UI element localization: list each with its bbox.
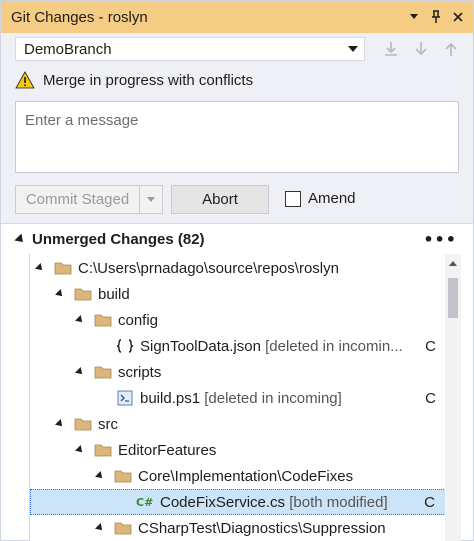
tree-file-row[interactable]: SignToolData.json [deleted in incomin...… xyxy=(30,333,445,359)
abort-button[interactable]: Abort xyxy=(171,185,269,214)
file-detail: [deleted in incomin... xyxy=(265,337,403,355)
tree-folder-row[interactable]: C:\Users\prnadago\source\repos\roslyn xyxy=(30,255,445,281)
commit-staged-button[interactable]: Commit Staged xyxy=(15,185,163,214)
message-area: Enter a message xyxy=(1,95,473,177)
file-name: CodeFixService.cs xyxy=(160,493,286,511)
csharp-file-icon: C# xyxy=(136,496,153,509)
tree-folder-row[interactable]: CSharpTest\Diagnostics\Suppression xyxy=(30,515,445,541)
file-detail: [deleted in incoming] xyxy=(204,389,342,407)
json-file-icon xyxy=(116,339,134,353)
tree-label: EditorFeatures xyxy=(118,441,217,459)
folder-icon xyxy=(94,366,112,379)
tree-label: config xyxy=(118,311,159,329)
push-icon[interactable] xyxy=(443,41,459,57)
more-options-icon[interactable]: ••• xyxy=(423,230,457,249)
tree-folder-row[interactable]: build xyxy=(30,281,445,307)
pull-icon[interactable] xyxy=(413,41,429,57)
folder-icon xyxy=(74,288,92,301)
expand-icon[interactable] xyxy=(75,367,85,377)
tree-label: build xyxy=(98,285,130,303)
branch-name: DemoBranch xyxy=(24,40,112,58)
folder-icon xyxy=(94,444,112,457)
commit-message-input[interactable]: Enter a message xyxy=(15,101,459,173)
warning-text: Merge in progress with conflicts xyxy=(43,71,254,89)
conflict-status: C xyxy=(424,493,435,511)
tree-folder-row[interactable]: EditorFeatures xyxy=(30,437,445,463)
branch-dropdown[interactable]: DemoBranch xyxy=(15,37,365,61)
checkbox-box[interactable] xyxy=(285,190,301,207)
scrollbar-thumb[interactable] xyxy=(448,278,458,318)
tree-file-row[interactable]: build.ps1 [deleted in incoming] C xyxy=(30,385,445,411)
message-placeholder: Enter a message xyxy=(25,112,139,129)
folder-icon xyxy=(54,262,72,275)
commit-staged-label: Commit Staged xyxy=(16,186,140,213)
folder-icon xyxy=(114,522,132,535)
file-detail: [both modified] xyxy=(289,493,388,511)
changes-tree: C:\Users\prnadago\source\repos\roslyn bu… xyxy=(29,254,445,541)
tree-label: src xyxy=(98,415,118,433)
window-title: Git Changes - roslyn xyxy=(11,8,148,26)
commit-options-dropdown[interactable] xyxy=(140,186,162,213)
amend-label: Amend xyxy=(308,190,356,207)
tree-scrollbar[interactable] xyxy=(445,254,461,541)
merge-warning: Merge in progress with conflicts xyxy=(1,65,473,95)
expand-icon[interactable] xyxy=(95,471,105,481)
file-name: SignToolData.json xyxy=(140,337,261,355)
title-bar: Git Changes - roslyn xyxy=(1,1,473,33)
expand-icon[interactable] xyxy=(55,289,65,299)
folder-icon xyxy=(114,470,132,483)
tree-folder-row[interactable]: Core\Implementation\CodeFixes xyxy=(30,463,445,489)
section-title: Unmerged Changes (82) xyxy=(32,230,205,248)
tree-label: C:\Users\prnadago\source\repos\roslyn xyxy=(78,259,339,277)
fetch-icon[interactable] xyxy=(383,41,399,57)
folder-icon xyxy=(94,314,112,327)
amend-checkbox[interactable]: Amend xyxy=(285,190,356,207)
tree-folder-row[interactable]: scripts xyxy=(30,359,445,385)
chevron-down-icon xyxy=(348,46,358,52)
expand-icon[interactable] xyxy=(14,232,27,246)
unmerged-changes-header[interactable]: Unmerged Changes (82) ••• xyxy=(1,224,473,254)
expand-icon[interactable] xyxy=(35,263,45,273)
close-icon[interactable] xyxy=(449,8,467,26)
tree-file-row[interactable]: C# CodeFixService.cs [both modified] C xyxy=(30,489,445,515)
expand-icon[interactable] xyxy=(55,419,65,429)
expand-icon[interactable] xyxy=(95,523,105,533)
tree-folder-row[interactable]: src xyxy=(30,411,445,437)
git-changes-window: Git Changes - roslyn DemoBranch Merge in… xyxy=(0,0,474,541)
chevron-down-icon xyxy=(147,197,155,202)
folder-icon xyxy=(74,418,92,431)
file-name: build.ps1 xyxy=(140,389,201,407)
powershell-file-icon xyxy=(117,390,133,406)
conflict-status: C xyxy=(425,337,436,355)
chevron-down-icon[interactable] xyxy=(405,8,423,26)
tree-label: scripts xyxy=(118,363,162,381)
branch-bar: DemoBranch xyxy=(1,33,473,65)
expand-icon[interactable] xyxy=(75,315,85,325)
warning-icon xyxy=(15,71,35,89)
expand-icon[interactable] xyxy=(75,445,85,455)
tree-label: CSharpTest\Diagnostics\Suppression xyxy=(138,519,386,537)
conflict-status: C xyxy=(425,389,436,407)
action-bar: Commit Staged Abort Amend xyxy=(1,177,473,223)
tree-label: Core\Implementation\CodeFixes xyxy=(138,467,354,485)
tree-folder-row[interactable]: config xyxy=(30,307,445,333)
pin-icon[interactable] xyxy=(427,8,445,26)
scroll-up-icon[interactable] xyxy=(449,261,457,266)
svg-text:C#: C# xyxy=(136,496,153,509)
